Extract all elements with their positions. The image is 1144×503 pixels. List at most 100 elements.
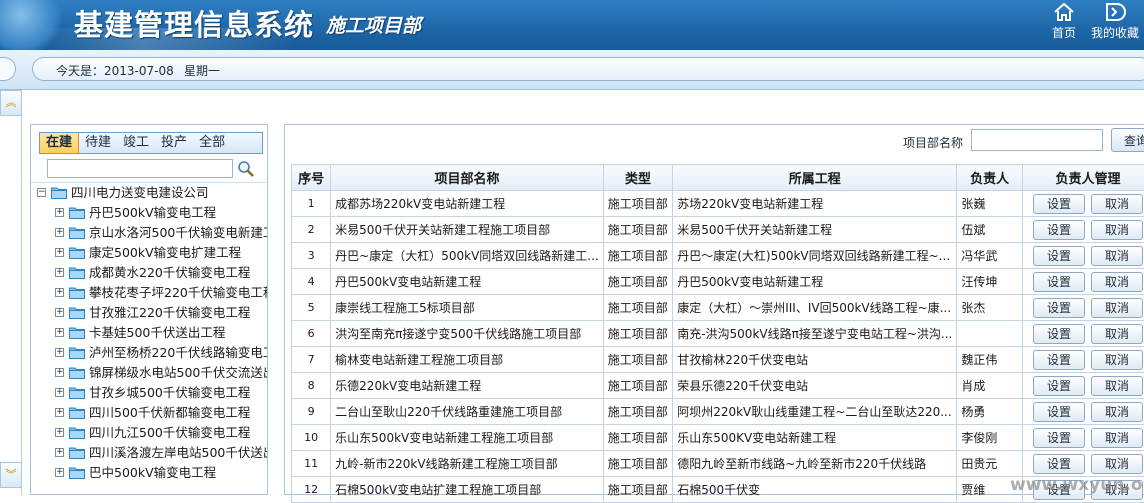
table-row: 5康崇线工程施工5标项目部施工项目部康定（大杠）～崇州III、IV回500kV线…: [292, 295, 1144, 321]
table-cell: 李俊刚: [957, 425, 1023, 451]
expand-icon[interactable]: +: [55, 268, 64, 277]
set-manager-button[interactable]: 设置: [1033, 454, 1085, 474]
tab-3[interactable]: 投产: [155, 133, 193, 153]
set-manager-button[interactable]: 设置: [1033, 220, 1085, 240]
project-name-search-input[interactable]: [971, 129, 1103, 151]
tree-item[interactable]: +攀枝花枣子坪220千伏输变电工程: [31, 283, 267, 303]
tab-2[interactable]: 竣工: [117, 133, 155, 153]
collapse-up-button[interactable]: ︽: [0, 90, 22, 116]
collapse-down-button[interactable]: ︾: [0, 462, 22, 488]
table-cell: 5: [292, 295, 331, 321]
cancel-manager-button[interactable]: 取消: [1091, 454, 1143, 474]
tree-item[interactable]: +锦屏梯级水电站500千伏交流送出: [31, 363, 267, 383]
cancel-manager-button[interactable]: 取消: [1091, 246, 1143, 266]
favorites-button[interactable]: 我的收藏: [1086, 0, 1144, 44]
tree-item[interactable]: +甘孜乡城500千伏输变电工程: [31, 383, 267, 403]
expand-icon[interactable]: +: [55, 428, 64, 437]
table-cell: 4: [292, 269, 331, 295]
cancel-manager-button[interactable]: 取消: [1091, 376, 1143, 396]
expand-icon[interactable]: +: [55, 388, 64, 397]
expand-icon[interactable]: +: [55, 328, 64, 337]
table-cell: 冯华武: [957, 243, 1023, 269]
folder-icon: [69, 466, 85, 479]
home-button[interactable]: 首页: [1046, 0, 1082, 44]
folder-icon: [69, 346, 85, 359]
cancel-manager-button[interactable]: 取消: [1091, 428, 1143, 448]
table-cell: 乐德220kV变电站新建工程: [331, 373, 604, 399]
tab-0[interactable]: 在建: [40, 133, 79, 153]
table-cell: 施工项目部: [603, 269, 672, 295]
cancel-manager-button[interactable]: 取消: [1091, 402, 1143, 422]
folder-icon: [69, 266, 85, 279]
tree-item[interactable]: + 康定500kV输变电扩建工程: [31, 243, 267, 263]
table-cell: 张杰: [957, 295, 1023, 321]
set-manager-button[interactable]: 设置: [1033, 350, 1085, 370]
set-manager-button[interactable]: 设置: [1033, 298, 1085, 318]
table-cell: 荣县乐德220千伏变电站: [673, 373, 957, 399]
expand-icon[interactable]: +: [55, 448, 64, 457]
action-cell: 设置取消: [1022, 425, 1144, 451]
expand-icon[interactable]: +: [55, 228, 64, 237]
expand-icon[interactable]: +: [55, 308, 64, 317]
tree-item[interactable]: +京山水洛河500千伏输变电新建工: [31, 223, 267, 243]
tab-4[interactable]: 全部: [193, 133, 231, 153]
tree-item[interactable]: +巴中500kV输变电工程: [31, 463, 267, 483]
cancel-manager-button[interactable]: 取消: [1091, 324, 1143, 344]
set-manager-button[interactable]: 设置: [1033, 246, 1085, 266]
table-cell: 施工项目部: [603, 217, 672, 243]
expand-icon[interactable]: +: [55, 208, 64, 217]
set-manager-button[interactable]: 设置: [1033, 272, 1085, 292]
tree-root-node[interactable]: −四川电力送变电建设公司: [31, 183, 267, 203]
cancel-manager-button[interactable]: 取消: [1091, 194, 1143, 214]
collapse-icon[interactable]: −: [37, 188, 46, 197]
tree-item[interactable]: +四川500千伏新都输变电工程: [31, 403, 267, 423]
search-icon[interactable]: [237, 160, 255, 178]
tree-node-label: 成都黄水220千伏输变电工程: [89, 263, 250, 283]
tree-node-label: 康定500kV输变电扩建工程: [89, 243, 241, 263]
favorites-label: 我的收藏: [1091, 26, 1139, 40]
expand-icon[interactable]: +: [55, 288, 64, 297]
tree-item[interactable]: +四川九江500千伏输变电工程: [31, 423, 267, 443]
tree-item[interactable]: +四川溪洛渡左岸电站500千伏送出: [31, 443, 267, 463]
table-cell: 石棉500kV变电站扩建工程施工项目部: [331, 477, 604, 503]
tree-search-input[interactable]: [47, 159, 233, 178]
action-cell: 设置取消: [1022, 373, 1144, 399]
table-row: 8乐德220kV变电站新建工程施工项目部荣县乐德220千伏变电站肖成设置取消: [292, 373, 1144, 399]
set-manager-button[interactable]: 设置: [1033, 376, 1085, 396]
set-manager-button[interactable]: 设置: [1033, 324, 1085, 344]
project-tree-panel: 在建待建竣工投产全部 −四川电力送变电建设公司 + 丹巴500kV输变电工程+京山水…: [30, 124, 268, 495]
cancel-manager-button[interactable]: 取消: [1091, 350, 1143, 370]
tree-item[interactable]: +卡基娃500千伏送出工程: [31, 323, 267, 343]
table-header-row: 序号项目部名称类型所属工程负责人负责人管理: [292, 165, 1144, 191]
table-cell: 6: [292, 321, 331, 347]
tree-item[interactable]: + 丹巴500kV输变电工程: [31, 203, 267, 223]
expand-icon[interactable]: +: [55, 248, 64, 257]
folder-icon: [69, 206, 85, 219]
expand-icon[interactable]: +: [55, 368, 64, 377]
column-header: 项目部名称: [331, 165, 604, 191]
expand-icon[interactable]: +: [55, 348, 64, 357]
table-cell: 7: [292, 347, 331, 373]
folder-icon: [69, 446, 85, 459]
table-row: 2米易500千伏开关站新建工程施工项目部施工项目部米易500千伏开关站新建工程伍…: [292, 217, 1144, 243]
tree-item[interactable]: +泸州至杨桥220千伏线路输变电工: [31, 343, 267, 363]
expand-icon[interactable]: +: [55, 468, 64, 477]
cancel-manager-button[interactable]: 取消: [1091, 298, 1143, 318]
tree-node-label: 甘孜雅江220千伏输变电工程: [89, 303, 250, 323]
tree-item[interactable]: + 甘孜雅江220千伏输变电工程: [31, 303, 267, 323]
table-cell: 榆林变电站新建工程施工项目部: [331, 347, 604, 373]
set-manager-button[interactable]: 设置: [1033, 428, 1085, 448]
set-manager-button[interactable]: 设置: [1033, 194, 1085, 214]
table-cell: 苏场220kV变电站新建工程: [673, 191, 957, 217]
cancel-manager-button[interactable]: 取消: [1091, 220, 1143, 240]
cancel-manager-button[interactable]: 取消: [1091, 272, 1143, 292]
table-row: 4丹巴500kV变电站新建工程施工项目部丹巴500kV变电站新建工程汪传坤设置取…: [292, 269, 1144, 295]
tree-item[interactable]: + 成都黄水220千伏输变电工程: [31, 263, 267, 283]
set-manager-button[interactable]: 设置: [1033, 402, 1085, 422]
expand-icon[interactable]: +: [55, 408, 64, 417]
today-date: 今天是：2013-07-08: [56, 62, 174, 79]
tree-node-label: 丹巴500kV输变电工程: [89, 203, 216, 223]
tab-1[interactable]: 待建: [79, 133, 117, 153]
table-cell: 丹巴~康定（大杠）500kV同塔双回线路新建工...: [331, 243, 604, 269]
query-button[interactable]: 查询: [1111, 128, 1144, 152]
